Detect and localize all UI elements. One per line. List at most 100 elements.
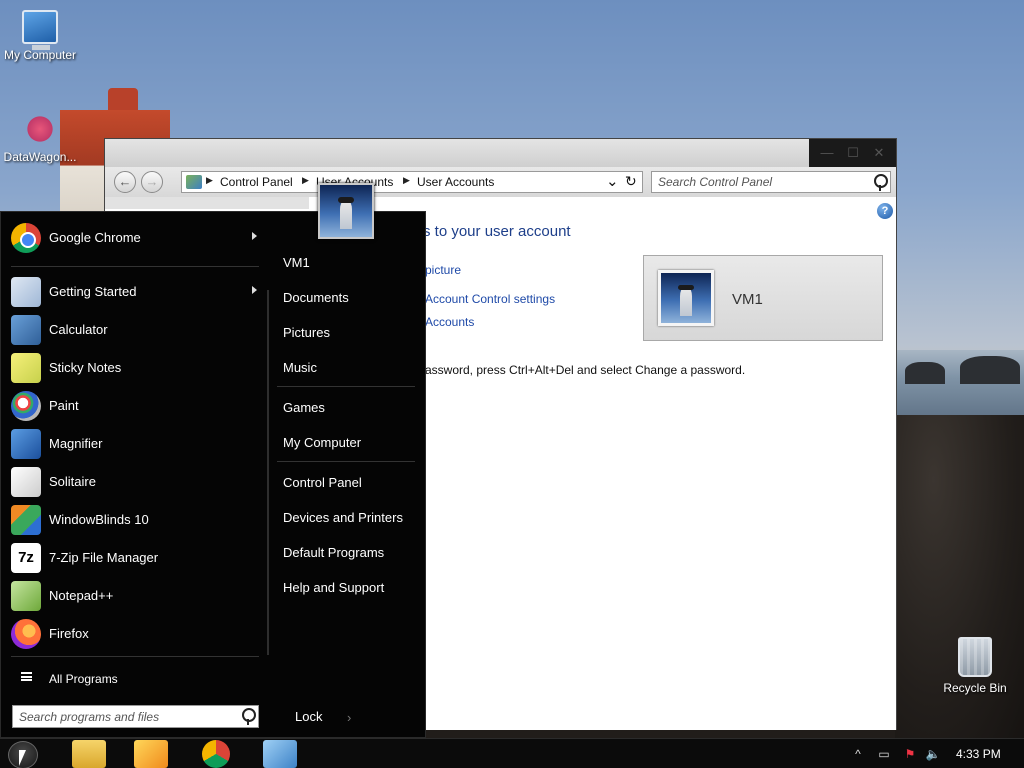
start-link-my-computer[interactable]: My Computer xyxy=(283,435,361,450)
start-link-documents[interactable]: Documents xyxy=(283,290,349,305)
program-label: 7-Zip File Manager xyxy=(49,550,159,565)
divider xyxy=(11,656,259,657)
program-notepad-plus-plus[interactable]: Notepad++ xyxy=(9,578,259,614)
address-bar[interactable]: ▶ Control Panel ▶ User Accounts ▶ User A… xyxy=(181,171,643,193)
program-windowblinds[interactable]: WindowBlinds 10 xyxy=(9,502,259,538)
calculator-icon xyxy=(11,315,41,345)
breadcrumb-control-panel[interactable]: Control Panel xyxy=(220,175,293,189)
program-label: Getting Started xyxy=(49,284,137,299)
chevron-down-icon[interactable]: ⌄ xyxy=(606,172,619,190)
chevron-right-icon: ▶ xyxy=(206,175,213,185)
start-link-user[interactable]: VM1 xyxy=(283,255,310,270)
close-button[interactable]: ✕ xyxy=(870,145,888,161)
breadcrumb-user-accounts-current[interactable]: User Accounts xyxy=(417,175,494,189)
titlebar-background xyxy=(105,139,809,167)
wallpaper-island xyxy=(960,356,1020,384)
magnifier-icon xyxy=(11,429,41,459)
action-center-icon[interactable]: ⚑ xyxy=(902,746,918,762)
page-title: s to your user account xyxy=(423,223,571,240)
search-placeholder: Search programs and files xyxy=(19,710,160,724)
windowblinds-icon xyxy=(11,505,41,535)
start-link-music[interactable]: Music xyxy=(283,360,317,375)
program-label: Paint xyxy=(49,398,79,413)
divider xyxy=(277,386,415,387)
media-player-icon[interactable] xyxy=(134,740,168,768)
mouse-cursor xyxy=(19,750,26,766)
7zip-icon: 7z xyxy=(11,543,41,573)
start-link-help-support[interactable]: Help and Support xyxy=(283,580,384,595)
sticky-notes-icon xyxy=(11,353,41,383)
solitaire-icon xyxy=(11,467,41,497)
search-icon[interactable] xyxy=(242,708,256,725)
program-solitaire[interactable]: Solitaire xyxy=(9,464,259,500)
change-picture-link[interactable]: picture xyxy=(425,263,461,277)
program-label: Firefox xyxy=(49,626,89,641)
desktop-icon-label: My Computer xyxy=(3,48,77,62)
program-label: Notepad++ xyxy=(49,588,114,603)
program-paint[interactable]: Paint xyxy=(9,388,259,424)
task-pane xyxy=(105,197,309,209)
control-panel-icon xyxy=(186,175,202,189)
wallpaper-island xyxy=(905,362,945,384)
network-icon[interactable]: ▭ xyxy=(876,746,892,762)
minimize-button[interactable]: — xyxy=(818,145,836,161)
search-placeholder: Search Control Panel xyxy=(658,175,773,189)
program-sticky-notes[interactable]: Sticky Notes xyxy=(9,350,259,386)
search-icon[interactable] xyxy=(874,174,888,191)
refresh-icon[interactable]: ↻ xyxy=(625,173,637,190)
divider xyxy=(277,461,415,462)
show-hidden-icons-icon[interactable]: ^ xyxy=(850,746,866,762)
program-getting-started[interactable]: Getting Started xyxy=(9,274,259,310)
user-account-tile[interactable]: VM1 xyxy=(643,255,883,341)
program-7zip[interactable]: 7z 7-Zip File Manager xyxy=(9,540,259,576)
start-link-default-programs[interactable]: Default Programs xyxy=(283,545,384,560)
forward-button[interactable]: → xyxy=(141,171,163,193)
program-label: Sticky Notes xyxy=(49,360,122,375)
user-avatar xyxy=(658,270,714,326)
desktop-icon-label: Recycle Bin xyxy=(943,681,1007,695)
start-link-devices-printers[interactable]: Devices and Printers xyxy=(283,510,403,525)
desktop-icon-label: DataWagon... xyxy=(3,150,77,164)
start-search-input[interactable]: Search programs and files xyxy=(12,705,259,728)
start-menu: Google Chrome Getting Started Calculator… xyxy=(0,211,426,738)
window-titlebar[interactable]: — ☐ ✕ xyxy=(105,139,896,167)
program-firefox[interactable]: Firefox xyxy=(9,616,259,652)
getting-started-icon xyxy=(11,277,41,307)
column-divider xyxy=(267,290,269,655)
start-link-games[interactable]: Games xyxy=(283,400,325,415)
my-computer-icon xyxy=(22,10,58,50)
desktop-icon-datawagon[interactable]: DataWagon... xyxy=(0,112,80,164)
program-label: Calculator xyxy=(49,322,108,337)
search-control-panel-input[interactable]: Search Control Panel xyxy=(651,171,891,193)
program-label: Solitaire xyxy=(49,474,96,489)
manage-accounts-link[interactable]: Accounts xyxy=(425,315,474,329)
maximize-button[interactable]: ☐ xyxy=(844,145,862,161)
chrome-icon xyxy=(11,223,41,253)
file-explorer-icon[interactable] xyxy=(72,740,106,768)
chrome-icon[interactable] xyxy=(202,740,230,768)
help-icon[interactable]: ? xyxy=(877,203,893,219)
taskbar: ^ ▭ ⚑ 🔈 4:33 PM xyxy=(0,738,1024,768)
program-google-chrome[interactable]: Google Chrome xyxy=(9,220,259,256)
lock-button[interactable]: Lock xyxy=(295,709,322,724)
desktop-icon-recycle-bin[interactable]: Recycle Bin xyxy=(935,637,1015,695)
start-menu-user-avatar[interactable] xyxy=(318,183,374,239)
program-calculator[interactable]: Calculator xyxy=(9,312,259,348)
volume-icon[interactable]: 🔈 xyxy=(925,746,941,762)
start-link-control-panel[interactable]: Control Panel xyxy=(283,475,362,490)
program-label: Google Chrome xyxy=(49,230,141,245)
wallpaper-lighthouse-lantern xyxy=(108,88,138,112)
uac-settings-link[interactable]: Account Control settings xyxy=(425,292,555,306)
taskbar-clock[interactable]: 4:33 PM xyxy=(956,747,1001,761)
back-button[interactable]: ← xyxy=(114,171,136,193)
start-link-pictures[interactable]: Pictures xyxy=(283,325,330,340)
program-magnifier[interactable]: Magnifier xyxy=(9,426,259,462)
desktop-icon-my-computer[interactable]: My Computer xyxy=(0,10,80,62)
navigation-bar: ← → ▶ Control Panel ▶ User Accounts ▶ Us… xyxy=(105,167,896,197)
firefox-icon xyxy=(11,619,41,649)
chevron-right-icon[interactable]: › xyxy=(347,710,351,725)
submenu-arrow-icon xyxy=(252,286,257,294)
all-programs-label: All Programs xyxy=(49,672,118,686)
chevron-right-icon: ▶ xyxy=(403,175,410,185)
control-panel-icon[interactable] xyxy=(263,740,297,768)
